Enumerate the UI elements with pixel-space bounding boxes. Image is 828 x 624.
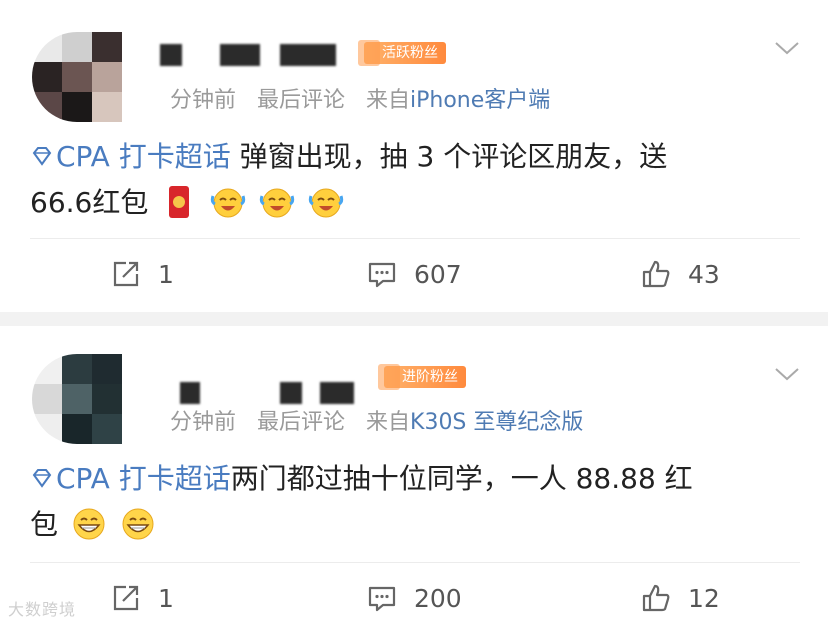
divider	[30, 238, 800, 239]
source-client[interactable]: K30S 至尊纪念版	[410, 410, 583, 435]
like-button[interactable]: 12	[640, 580, 720, 616]
source-client[interactable]: iPhone客户端	[410, 88, 550, 113]
post-meta: 分钟前 最后评论 来自K30S 至尊纪念版	[170, 404, 583, 436]
repost-button[interactable]: 1	[110, 256, 174, 292]
like-button[interactable]: 43	[640, 256, 720, 292]
comment-icon	[368, 586, 396, 612]
post-text-line2: 包	[30, 508, 59, 541]
diamond-icon	[32, 469, 52, 488]
repost-count: 1	[158, 259, 174, 289]
like-icon	[642, 260, 670, 288]
grinning-emoji	[122, 508, 154, 540]
topic-label[interactable]: CPA 打卡超话	[56, 462, 231, 495]
like-icon	[642, 584, 670, 612]
post-text-line1: 两门都过抽十位同学，一人 88.88 红	[230, 462, 693, 495]
post-meta: 分钟前 最后评论 来自iPhone客户端	[170, 82, 550, 114]
post-text: CPA 打卡超话两门都过抽十位同学，一人 88.88 红 包	[30, 456, 800, 548]
post-time: 分钟前	[170, 88, 237, 113]
source-prefix: 来自	[366, 410, 411, 435]
post-text: CPA 打卡超话 弹窗出现，抽 3 个评论区朋友，送 66.6红包	[30, 134, 800, 226]
source-prefix: 来自	[366, 88, 411, 113]
post-time: 分钟前	[170, 410, 237, 435]
username[interactable]	[160, 44, 360, 66]
username[interactable]	[180, 382, 380, 404]
comment-button[interactable]: 200	[366, 580, 462, 616]
comment-icon	[368, 262, 396, 288]
fan-badge: 活跃粉丝	[358, 40, 446, 66]
topic-label[interactable]: CPA 打卡超话	[56, 140, 231, 173]
divider	[30, 562, 800, 563]
crying-laughing-emoji	[308, 188, 344, 218]
diamond-icon	[32, 147, 52, 166]
comment-count: 607	[414, 259, 462, 289]
comment-count: 200	[414, 583, 462, 613]
grinning-emoji	[73, 508, 105, 540]
watermark: 大数跨境	[8, 600, 77, 619]
post-card-2[interactable]: 进阶粉丝 分钟前 最后评论 来自K30S 至尊纪念版 CPA 打卡超话两门都过抽…	[0, 326, 828, 624]
topic-link[interactable]: CPA 打卡超话	[30, 462, 231, 495]
avatar[interactable]	[32, 354, 132, 444]
crying-laughing-emoji	[211, 188, 246, 218]
comment-button[interactable]: 607	[366, 256, 462, 292]
red-envelope-emoji	[169, 186, 190, 218]
sort-label: 最后评论	[257, 410, 346, 435]
like-count: 12	[688, 583, 720, 613]
like-count: 43	[688, 259, 720, 289]
post-card-1[interactable]: 活跃粉丝 分钟前 最后评论 来自iPhone客户端 CPA 打卡超话 弹窗出现，…	[0, 0, 828, 312]
avatar[interactable]	[32, 32, 132, 122]
chevron-down-icon[interactable]	[774, 366, 800, 382]
sort-label: 最后评论	[257, 88, 346, 113]
fan-badge: 进阶粉丝	[378, 364, 466, 390]
repost-icon	[113, 261, 139, 287]
chevron-down-icon[interactable]	[774, 40, 800, 56]
repost-button[interactable]: 1	[110, 580, 174, 616]
topic-link[interactable]: CPA 打卡超话	[30, 140, 231, 173]
crying-laughing-emoji	[259, 188, 295, 218]
post-text-line1: 弹窗出现，抽 3 个评论区朋友，送	[230, 140, 668, 173]
repost-icon	[113, 585, 139, 611]
post-text-line2: 66.6红包	[30, 186, 149, 219]
repost-count: 1	[158, 583, 174, 613]
